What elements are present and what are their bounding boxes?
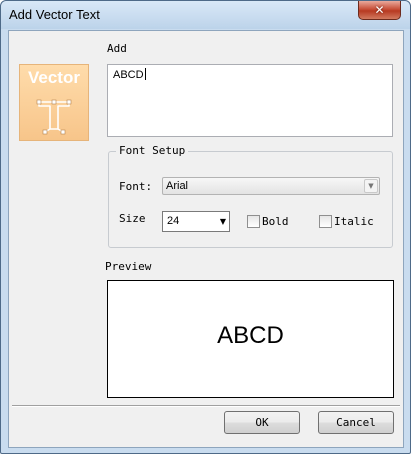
add-label: Add xyxy=(107,42,127,55)
title-bar[interactable]: Add Vector Text ✕ xyxy=(1,1,410,29)
window-title: Add Vector Text xyxy=(9,7,100,22)
font-select[interactable]: Arial ▼ xyxy=(162,177,380,195)
ok-button[interactable]: OK xyxy=(224,411,300,434)
font-setup-group xyxy=(108,151,393,248)
preview-label: Preview xyxy=(105,260,152,273)
font-setup-legend: Font Setup xyxy=(116,144,189,157)
size-select[interactable]: 24 ▼ xyxy=(162,211,230,232)
vector-text-input[interactable]: ABCD xyxy=(107,64,393,137)
divider xyxy=(12,405,400,407)
vector-text-T-icon xyxy=(36,99,72,135)
cancel-button[interactable]: Cancel xyxy=(318,411,394,434)
italic-label[interactable]: Italic xyxy=(334,215,374,228)
bold-label[interactable]: Bold xyxy=(262,215,289,228)
chevron-down-icon[interactable]: ▼ xyxy=(220,217,226,226)
ok-button-label: OK xyxy=(255,416,269,429)
size-label: Size xyxy=(119,212,146,225)
dialog-body: Add Vector ABCD Font Setup Font: Arial ▼… xyxy=(8,30,404,448)
text-caret xyxy=(144,68,146,80)
cancel-button-label: Cancel xyxy=(336,416,376,429)
preview-box: ABCD xyxy=(107,280,394,398)
vector-logo: Vector xyxy=(19,64,89,141)
dialog-window: Add Vector Text ✕ Add Vector ABCD Font S… xyxy=(0,0,411,454)
vector-text-value: ABCD xyxy=(113,69,144,81)
font-select-value: Arial xyxy=(166,180,189,192)
font-label: Font: xyxy=(119,180,153,193)
chevron-down-icon[interactable]: ▼ xyxy=(364,179,378,193)
preview-text: ABCD xyxy=(217,322,284,349)
close-button[interactable]: ✕ xyxy=(358,1,401,20)
close-icon: ✕ xyxy=(374,3,385,17)
italic-checkbox[interactable] xyxy=(319,215,332,228)
size-select-value: 24 xyxy=(167,215,180,227)
logo-word: Vector xyxy=(28,68,80,87)
bold-checkbox[interactable] xyxy=(247,215,260,228)
